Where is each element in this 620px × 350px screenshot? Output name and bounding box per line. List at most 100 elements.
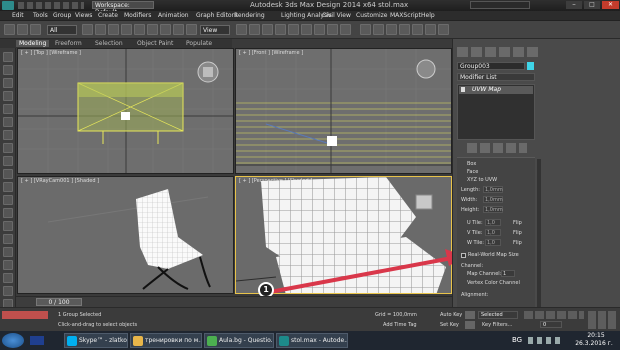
app-logo-icon[interactable]: [2, 1, 14, 10]
toolbar-tool-icon[interactable]: [288, 24, 299, 35]
real-world-label[interactable]: Real-World Map Size: [468, 252, 519, 258]
left-tool-icon[interactable]: [3, 221, 13, 231]
left-tool-icon[interactable]: [3, 52, 13, 62]
radio-option[interactable]: Face: [467, 169, 478, 175]
radio-option[interactable]: Box: [467, 161, 476, 167]
modifier-list-dropdown[interactable]: Modifier List: [457, 73, 535, 81]
menu-graph-editors[interactable]: Graph Editors: [196, 12, 237, 19]
left-tool-icon[interactable]: [3, 130, 13, 140]
height-field[interactable]: 1,0mm: [483, 206, 503, 213]
toolbar-tool-icon[interactable]: [340, 24, 351, 35]
left-tool-icon[interactable]: [3, 104, 13, 114]
set-key-button[interactable]: [465, 321, 475, 329]
map-channel-label[interactable]: Map Channel:: [467, 271, 501, 277]
menu-help[interactable]: Help: [421, 12, 435, 19]
toolbar-tool-icon[interactable]: [314, 24, 325, 35]
key-mode-dropdown[interactable]: Selected: [478, 311, 518, 319]
menu-maxscript[interactable]: MAXScript: [390, 12, 421, 19]
menu-edit[interactable]: Edit: [12, 12, 24, 19]
taskbar-item[interactable]: stol.max - Autode...: [276, 333, 348, 348]
real-world-checkbox[interactable]: [461, 253, 466, 258]
quick-access-toolbar[interactable]: [18, 2, 84, 9]
modifier-name[interactable]: UVW Map: [472, 86, 501, 93]
toolbar-tool-icon[interactable]: [262, 24, 273, 35]
add-time-tag[interactable]: Add Time Tag: [383, 322, 417, 328]
object-color-swatch[interactable]: [527, 62, 534, 70]
menu-views[interactable]: Views: [75, 12, 92, 19]
viewport-camera[interactable]: [ + ] [VRayCam001 ] [Shaded ]: [17, 176, 234, 294]
u-flip-label[interactable]: Flip: [513, 220, 522, 226]
eye-icon[interactable]: [461, 87, 465, 92]
menu-create[interactable]: Create: [98, 12, 118, 19]
left-tool-icon[interactable]: [3, 208, 13, 218]
ribbon-tab-selection[interactable]: Selection: [95, 40, 123, 47]
left-tool-icon[interactable]: [3, 91, 13, 101]
left-tool-icon[interactable]: [3, 182, 13, 192]
playback-controls[interactable]: [524, 311, 584, 319]
left-tool-icon[interactable]: [3, 260, 13, 270]
toolbar-tool-icon[interactable]: [95, 24, 106, 35]
left-tool-icon[interactable]: [3, 286, 13, 296]
time-slider[interactable]: 0 / 100: [36, 298, 82, 306]
radio-option[interactable]: XYZ to UVW: [467, 177, 497, 183]
workspace-dropdown[interactable]: Workspace: Default: [92, 1, 154, 16]
left-tool-icon[interactable]: [3, 117, 13, 127]
toolbar-tool-icon[interactable]: [301, 24, 312, 35]
toolbar-tool-icon[interactable]: [327, 24, 338, 35]
object-name-field[interactable]: Group003: [457, 62, 525, 70]
ribbon-tab-modeling[interactable]: Modeling: [16, 40, 50, 47]
taskbar-item[interactable]: Aula.bg - Questio...: [204, 333, 274, 348]
key-filters-button[interactable]: Key Filters...: [482, 322, 512, 328]
toolbar-tool-icon[interactable]: [108, 24, 119, 35]
left-tool-icon[interactable]: [3, 78, 13, 88]
toolbar-tool-icon[interactable]: [134, 24, 145, 35]
v-flip-label[interactable]: Flip: [513, 230, 522, 236]
ribbon-tab-object-paint[interactable]: Object Paint: [137, 40, 173, 47]
left-tool-icon[interactable]: [3, 143, 13, 153]
toolbar-tool-icon[interactable]: [186, 24, 197, 35]
toolbar-tool-icon[interactable]: [373, 24, 384, 35]
left-tool-icon[interactable]: [3, 234, 13, 244]
menu-tools[interactable]: Tools: [33, 12, 48, 19]
toolbar-tool-icon[interactable]: [160, 24, 171, 35]
viewport-top[interactable]: [ + ] [Top ] [Wireframe ]: [17, 48, 234, 174]
length-field[interactable]: 1,0mm: [483, 186, 503, 193]
modifier-stack-item[interactable]: UVW Map: [459, 86, 533, 94]
map-channel-field[interactable]: 1: [501, 270, 515, 277]
maximize-button[interactable]: □: [584, 1, 600, 9]
viewport-front[interactable]: [ + ] [Front ] [Wireframe ]: [235, 48, 452, 174]
clock-date[interactable]: 26.3.2016 г.: [570, 340, 618, 347]
toolbar-tool-icon[interactable]: [275, 24, 286, 35]
toolbar-tool-icon[interactable]: [399, 24, 410, 35]
menu-modifiers[interactable]: Modifiers: [124, 12, 151, 19]
left-tool-icon[interactable]: [3, 169, 13, 179]
ribbon-tab-freeform[interactable]: Freeform: [55, 40, 82, 47]
language-indicator[interactable]: BG: [512, 336, 522, 344]
timeline[interactable]: 0 / 100: [16, 296, 452, 307]
menu-group[interactable]: Group: [53, 12, 71, 19]
toolbar-tool-icon[interactable]: [236, 24, 247, 35]
left-tool-icon[interactable]: [3, 156, 13, 166]
left-tool-icon[interactable]: [3, 195, 13, 205]
left-tool-icon[interactable]: [3, 65, 13, 75]
search-field[interactable]: [470, 1, 530, 9]
toolbar-tool-icon[interactable]: [386, 24, 397, 35]
v-tile-field[interactable]: 1,0: [485, 229, 501, 236]
toolbar-tool-icon[interactable]: [360, 24, 371, 35]
start-button[interactable]: [2, 333, 24, 348]
left-tool-icon[interactable]: [3, 273, 13, 283]
current-frame-field[interactable]: 0: [540, 321, 562, 328]
toolbar-tool-icon[interactable]: [82, 24, 93, 35]
toolbar-tool-icon[interactable]: [425, 24, 436, 35]
toolbar-tool-icon[interactable]: [17, 24, 28, 35]
u-tile-field[interactable]: 1,0: [485, 219, 501, 226]
viewport-nav-controls[interactable]: [588, 311, 618, 329]
toolbar-tool-icon[interactable]: [173, 24, 184, 35]
panel-scrollbar[interactable]: [537, 159, 541, 309]
vertex-color-label[interactable]: Vertex Color Channel: [467, 280, 520, 286]
clock-time[interactable]: 20:15: [574, 332, 618, 339]
menu-rendering[interactable]: Rendering: [234, 12, 265, 19]
viewport-perspective[interactable]: [ + ] [Perspective ] [Shaded ]: [235, 176, 452, 294]
menu-customize[interactable]: Customize: [356, 12, 388, 19]
toolbar-tool-icon[interactable]: [121, 24, 132, 35]
